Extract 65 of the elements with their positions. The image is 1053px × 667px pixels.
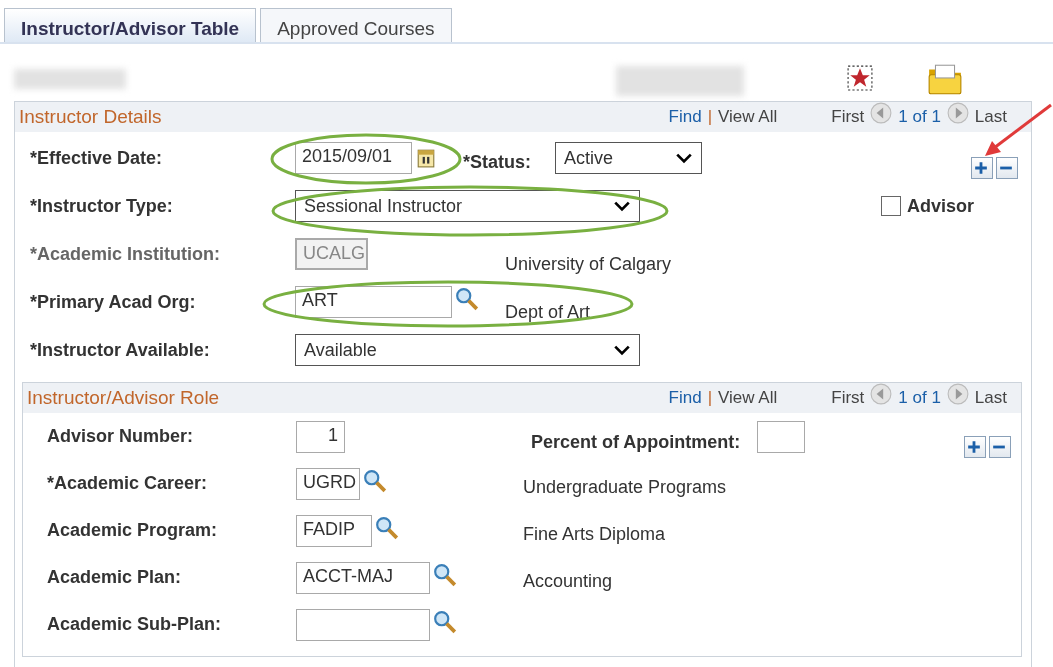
add-row-button[interactable] (971, 157, 993, 179)
field-label: *Status: (463, 151, 531, 173)
caret-icon (675, 152, 693, 164)
delete-row-button[interactable] (996, 157, 1018, 179)
previous-icon[interactable] (870, 102, 893, 124)
calendar-icon[interactable] (417, 148, 435, 168)
field-description: Accounting (523, 571, 613, 592)
last-label: Last (974, 388, 1007, 408)
add-row-button[interactable] (964, 435, 986, 458)
field-label: *Effective Date: (30, 147, 164, 169)
field-label: Academic Program: (47, 520, 219, 541)
view-all-link[interactable]: View All (718, 107, 778, 127)
input-field[interactable] (296, 608, 430, 641)
row-count: 1 of 1 (898, 107, 941, 127)
last-label: Last (974, 107, 1007, 127)
delete-row-button[interactable] (989, 435, 1011, 458)
input-field[interactable]: FADIP (296, 514, 372, 547)
input-field[interactable]: UGRD (296, 467, 360, 500)
advisor-checkbox[interactable] (880, 196, 901, 216)
field-label: Percent of Appointment: (531, 432, 741, 453)
advisor-number-field[interactable]: 1 (296, 420, 345, 453)
field-description: Fine Arts Diploma (523, 524, 666, 545)
section-title: Instructor/Advisor Role (27, 387, 220, 409)
view-all-link[interactable]: View All (718, 388, 778, 408)
tab[interactable]: Approved Courses (260, 8, 452, 42)
find-link[interactable]: Find (668, 388, 702, 408)
next-icon[interactable] (946, 383, 969, 405)
separator: | (707, 388, 713, 408)
search-icon[interactable] (455, 287, 479, 311)
caret-icon (613, 344, 631, 356)
date-field[interactable]: 2015/09/01 (295, 142, 412, 174)
status-dropdown[interactable]: Active (555, 142, 702, 174)
row-count: 1 of 1 (898, 388, 941, 408)
checkbox-label: Advisor (906, 195, 974, 217)
search-icon[interactable] (375, 515, 399, 540)
first-label: First (831, 388, 865, 408)
field-description: Undergraduate Programs (523, 477, 727, 498)
field-label: *Academic Institution: (30, 243, 222, 265)
field-label: *Academic Career: (47, 473, 209, 494)
plus-icon (974, 161, 988, 175)
caret-icon (613, 200, 631, 212)
input-field[interactable]: ACCT-MAJ (296, 561, 430, 594)
search-icon[interactable] (433, 562, 457, 587)
percent-field[interactable] (757, 420, 806, 453)
field-label: *Primary Acad Org: (30, 291, 197, 313)
available-dropdown[interactable]: Available (295, 334, 640, 366)
field-label: Advisor Number: (47, 426, 195, 447)
field-description: University of Calgary (505, 253, 672, 275)
field-label: *Instructor Available: (30, 339, 211, 361)
section-title: Instructor Details (19, 106, 162, 128)
first-label: First (831, 107, 865, 127)
field-label: *Instructor Type: (30, 195, 174, 217)
field-label: Academic Sub-Plan: (47, 614, 223, 635)
plus-icon (967, 439, 981, 454)
instructor-type-dropdown[interactable]: Sessional Instructor (295, 190, 640, 222)
find-link[interactable]: Find (668, 107, 702, 127)
tab[interactable]: Instructor/Advisor Table (4, 8, 257, 42)
acad-org-field[interactable]: ART (295, 286, 452, 318)
search-icon[interactable] (363, 468, 387, 493)
field-description: Dept of Art (505, 301, 591, 323)
separator: | (707, 107, 713, 127)
field-label: Academic Plan: (47, 567, 183, 588)
previous-icon[interactable] (870, 383, 893, 405)
search-icon[interactable] (433, 609, 457, 634)
next-icon[interactable] (946, 102, 969, 124)
